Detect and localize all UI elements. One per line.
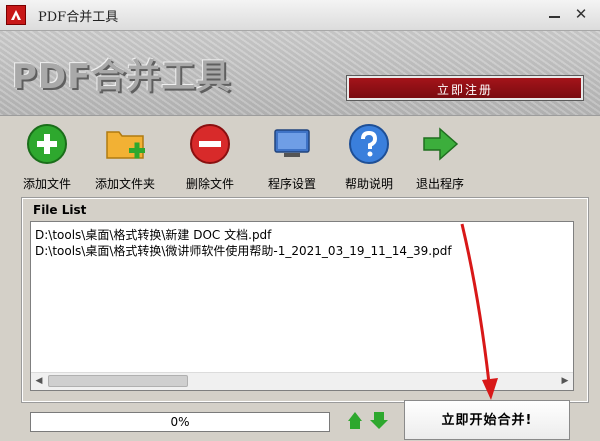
toolbar: 添加文件 添加文件夹 删除文件 程序设置 帮助说明 退出程序 xyxy=(0,116,600,196)
title-bar: PDF合并工具 ✕ xyxy=(0,0,600,31)
add-file-button[interactable]: 添加文件 xyxy=(7,122,87,192)
add-file-label: 添加文件 xyxy=(22,177,71,191)
minimize-icon xyxy=(549,16,560,18)
monitor-settings-icon xyxy=(274,129,310,157)
help-button[interactable]: 帮助说明 xyxy=(329,122,409,192)
list-item[interactable]: D:\tools\桌面\格式转换\新建 DOC 文档.pdf xyxy=(35,226,271,243)
window-title: PDF合并工具 xyxy=(38,10,119,25)
scroll-thumb[interactable] xyxy=(48,375,188,387)
delete-file-button[interactable]: 删除文件 xyxy=(170,122,250,192)
plus-circle-icon xyxy=(27,124,67,164)
file-list[interactable]: D:\tools\桌面\格式转换\新建 DOC 文档.pdf D:\tools\… xyxy=(30,221,574,391)
help-icon xyxy=(349,124,389,164)
scroll-left-button[interactable]: ◀ xyxy=(31,373,47,389)
reorder-arrows-icon[interactable] xyxy=(348,410,392,429)
register-button[interactable]: 立即注册 xyxy=(346,75,584,101)
add-folder-button[interactable]: 添加文件夹 xyxy=(85,122,165,192)
file-list-label: File List xyxy=(33,203,87,217)
folder-add-icon xyxy=(106,131,145,159)
help-label: 帮助说明 xyxy=(344,177,393,191)
exit-arrow-icon xyxy=(423,127,459,161)
horizontal-scrollbar[interactable]: ◀ ▶ xyxy=(31,372,573,390)
start-merge-button[interactable]: 立即开始合并! xyxy=(404,400,570,440)
settings-button[interactable]: 程序设置 xyxy=(252,122,332,192)
settings-label: 程序设置 xyxy=(267,177,316,191)
close-button[interactable]: ✕ xyxy=(571,4,591,24)
minimize-button[interactable] xyxy=(546,5,564,23)
add-folder-label: 添加文件夹 xyxy=(94,177,155,191)
exit-button[interactable]: 退出程序 xyxy=(400,122,480,192)
banner-title: PDF合并工具 xyxy=(12,57,232,97)
app-logo-icon xyxy=(6,5,26,25)
file-list-group: File List D:\tools\桌面\格式转换\新建 DOC 文档.pdf… xyxy=(21,197,589,403)
progress-bar: 0% xyxy=(30,412,330,432)
progress-text: 0% xyxy=(170,415,190,429)
exit-label: 退出程序 xyxy=(415,177,464,191)
list-item[interactable]: D:\tools\桌面\格式转换\微讲师软件使用帮助-1_2021_03_19_… xyxy=(35,242,452,259)
delete-file-label: 删除文件 xyxy=(185,177,234,191)
scroll-right-button[interactable]: ▶ xyxy=(557,373,573,389)
banner: PDF合并工具 立即注册 xyxy=(0,31,600,116)
minus-circle-icon xyxy=(190,124,230,164)
